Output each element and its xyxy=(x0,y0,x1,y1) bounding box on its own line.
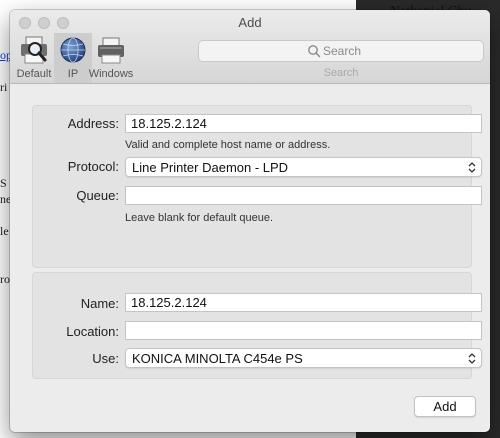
queue-input[interactable] xyxy=(125,186,482,205)
address-hint: Valid and complete host name or address. xyxy=(125,139,331,151)
add-button[interactable]: Add xyxy=(414,396,476,417)
use-driver-value: KONICA MINOLTA C454e PS xyxy=(132,351,303,366)
location-input[interactable] xyxy=(125,321,482,340)
protocol-label: Protocol: xyxy=(67,159,119,174)
search-icon xyxy=(308,45,321,58)
queue-hint: Leave blank for default queue. xyxy=(125,212,274,224)
use-label: Use: xyxy=(92,351,119,366)
search-field[interactable] xyxy=(198,40,484,62)
name-input[interactable] xyxy=(125,293,482,312)
address-input[interactable] xyxy=(125,114,482,133)
background-text-fragment: le xyxy=(0,224,9,238)
name-label: Name: xyxy=(80,296,119,311)
address-group-box: Address: Valid and complete host name or… xyxy=(32,105,482,268)
address-label: Address: xyxy=(67,116,119,131)
background-text-fragment: ri xyxy=(0,80,8,94)
details-group-box: Name: Location: Use: KONICA MINOLTA C454… xyxy=(32,272,482,379)
protocol-popup[interactable]: Line Printer Daemon - LPD xyxy=(125,157,482,177)
queue-label: Queue: xyxy=(76,188,119,203)
background-text-fragment: S xyxy=(0,176,7,190)
location-label: Location: xyxy=(66,324,119,339)
updown-arrows-icon xyxy=(468,353,476,364)
background-text-fragment: ro xyxy=(0,272,10,286)
use-driver-popup[interactable]: KONICA MINOLTA C454e PS xyxy=(125,348,482,368)
printer-icon xyxy=(98,37,124,64)
toolbar-windows-button[interactable]: Windows xyxy=(89,33,133,83)
add-printer-window: Add Default IP Windows Search Search Add… xyxy=(10,10,490,432)
updown-arrows-icon xyxy=(468,162,476,173)
globe-icon xyxy=(60,37,86,63)
search-input[interactable] xyxy=(323,43,473,59)
protocol-value: Line Printer Daemon - LPD xyxy=(132,160,289,175)
search-label: Search xyxy=(323,67,359,79)
toolbar-windows-label: Windows xyxy=(88,68,134,80)
window-title: Add xyxy=(238,15,262,30)
window-toolbar: Add Default IP Windows Search Search xyxy=(10,10,490,84)
printer-magnifier-icon xyxy=(21,36,47,64)
